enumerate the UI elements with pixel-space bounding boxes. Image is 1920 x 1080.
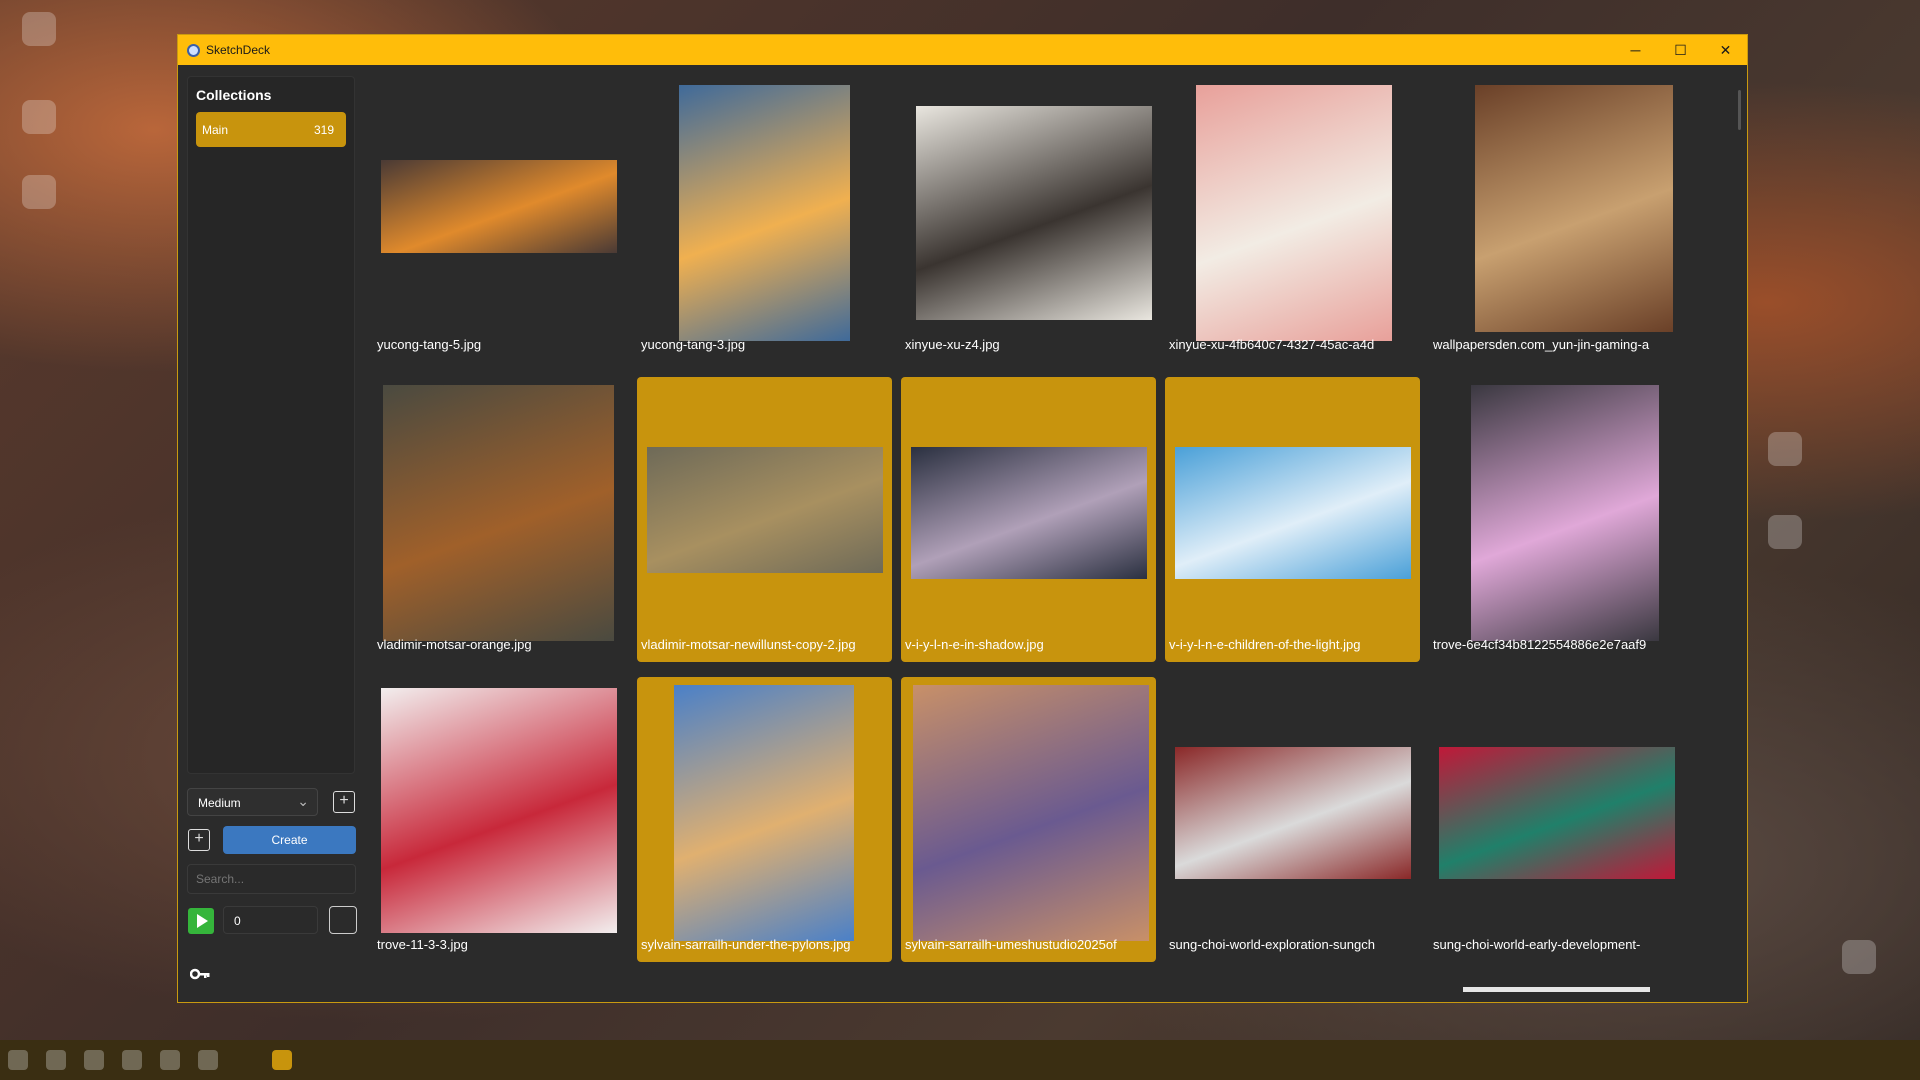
app-title: SketchDeck bbox=[206, 43, 271, 57]
collections-panel: Collections Main 319 bbox=[187, 76, 355, 774]
title-bar[interactable]: SketchDeck ─ ☐ ✕ bbox=[178, 35, 1747, 65]
start-icon[interactable] bbox=[8, 1050, 28, 1070]
image-thumbnail bbox=[1439, 747, 1675, 879]
collection-name: Main bbox=[202, 123, 229, 137]
chevron-down-icon: ⌄ bbox=[297, 793, 309, 809]
taskbar-app-icon[interactable] bbox=[84, 1050, 104, 1070]
taskbar-app-icon[interactable] bbox=[160, 1050, 180, 1070]
vertical-scrollbar[interactable] bbox=[1738, 90, 1741, 130]
image-filename: vladimir-motsar-orange.jpg bbox=[377, 637, 532, 652]
add-collection-icon[interactable]: + bbox=[188, 829, 210, 851]
collection-item-main[interactable]: Main 319 bbox=[196, 112, 346, 147]
image-thumbnail bbox=[913, 685, 1149, 941]
image-thumbnail bbox=[679, 85, 850, 341]
taskbar-app-icon[interactable] bbox=[122, 1050, 142, 1070]
desktop-icon[interactable] bbox=[22, 175, 56, 209]
image-filename: wallpapersden.com_yun-jin-gaming-a bbox=[1433, 337, 1650, 352]
gallery-item[interactable]: trove-6e4cf34b8122554886e2e7aaf9 bbox=[1429, 377, 1684, 662]
image-thumbnail bbox=[381, 688, 617, 933]
desktop-icon[interactable] bbox=[1768, 432, 1802, 466]
image-thumbnail bbox=[647, 447, 883, 573]
timer-value: 0 bbox=[234, 914, 241, 928]
horizontal-scroll-indicator[interactable] bbox=[1463, 987, 1650, 992]
image-thumbnail bbox=[1175, 747, 1411, 879]
image-thumbnail bbox=[1196, 85, 1392, 341]
app-window: SketchDeck ─ ☐ ✕ Collections Main 319 Me… bbox=[177, 34, 1748, 1003]
desktop-icon[interactable] bbox=[22, 100, 56, 134]
app-logo-icon bbox=[187, 43, 200, 57]
image-thumbnail bbox=[1175, 447, 1411, 579]
image-filename: sung-choi-world-early-development- bbox=[1433, 937, 1641, 952]
gallery-item[interactable]: wallpapersden.com_yun-jin-gaming-a bbox=[1429, 77, 1684, 362]
gallery-item[interactable]: sylvain-sarrailh-under-the-pylons.jpg bbox=[637, 677, 892, 962]
gallery-item[interactable]: xinyue-xu-z4.jpg bbox=[901, 77, 1156, 362]
create-button[interactable]: Create bbox=[223, 826, 356, 854]
gallery-item[interactable]: yucong-tang-5.jpg bbox=[373, 77, 628, 362]
color-swatch-button[interactable] bbox=[329, 906, 357, 934]
desktop-icon[interactable] bbox=[1768, 515, 1802, 549]
taskbar-app-icon[interactable] bbox=[46, 1050, 66, 1070]
image-thumbnail bbox=[383, 385, 614, 641]
minimize-button[interactable]: ─ bbox=[1613, 35, 1658, 65]
gallery-item[interactable]: vladimir-motsar-orange.jpg bbox=[373, 377, 628, 662]
image-filename: xinyue-xu-4fb640c7-4327-45ac-a4d bbox=[1169, 337, 1375, 352]
image-filename: xinyue-xu-z4.jpg bbox=[905, 337, 1000, 352]
timer-input[interactable]: 0 bbox=[223, 906, 318, 934]
image-filename: sung-choi-world-exploration-sungch bbox=[1169, 937, 1375, 952]
collection-count: 319 bbox=[313, 123, 334, 137]
gallery-item[interactable]: yucong-tang-3.jpg bbox=[637, 77, 892, 362]
image-thumbnail bbox=[911, 447, 1147, 579]
gallery-item[interactable]: v-i-y-l-n-e-children-of-the-light.jpg bbox=[1165, 377, 1420, 662]
size-select-value: Medium bbox=[198, 796, 241, 810]
taskbar-app-icon[interactable] bbox=[198, 1050, 218, 1070]
gallery-item[interactable]: trove-11-3-3.jpg bbox=[373, 677, 628, 962]
image-filename: vladimir-motsar-newillunst-copy-2.jpg bbox=[641, 637, 856, 652]
gallery-item[interactable]: sung-choi-world-exploration-sungch bbox=[1165, 677, 1420, 962]
image-thumbnail bbox=[674, 685, 854, 941]
gallery-item[interactable]: v-i-y-l-n-e-in-shadow.jpg bbox=[901, 377, 1156, 662]
search-input[interactable] bbox=[187, 864, 356, 894]
recycle-bin-icon[interactable] bbox=[1842, 940, 1876, 974]
image-filename: trove-11-3-3.jpg bbox=[377, 937, 468, 952]
image-filename: v-i-y-l-n-e-in-shadow.jpg bbox=[905, 637, 1044, 652]
image-filename: yucong-tang-5.jpg bbox=[377, 337, 482, 352]
image-thumbnail bbox=[916, 106, 1152, 320]
desktop-icon[interactable] bbox=[22, 12, 56, 46]
image-thumbnail bbox=[381, 160, 617, 253]
image-filename: sylvain-sarrailh-under-the-pylons.jpg bbox=[641, 937, 851, 952]
add-image-icon[interactable]: + bbox=[333, 791, 355, 813]
image-filename: trove-6e4cf34b8122554886e2e7aaf9 bbox=[1433, 637, 1647, 652]
taskbar-sketchdeck-icon[interactable] bbox=[272, 1050, 292, 1070]
maximize-button[interactable]: ☐ bbox=[1658, 35, 1703, 65]
image-filename: yucong-tang-3.jpg bbox=[641, 337, 746, 352]
gallery-item[interactable]: xinyue-xu-4fb640c7-4327-45ac-a4d bbox=[1165, 77, 1420, 362]
thumbnail-size-select[interactable]: Medium ⌄ bbox=[187, 788, 318, 816]
key-icon[interactable] bbox=[189, 965, 210, 986]
close-button[interactable]: ✕ bbox=[1703, 35, 1748, 65]
image-thumbnail bbox=[1471, 385, 1659, 641]
gallery-item[interactable]: sung-choi-world-early-development- bbox=[1429, 677, 1684, 962]
image-filename: v-i-y-l-n-e-children-of-the-light.jpg bbox=[1169, 637, 1361, 652]
gallery-item[interactable]: vladimir-motsar-newillunst-copy-2.jpg bbox=[637, 377, 892, 662]
image-thumbnail bbox=[1475, 85, 1673, 332]
play-icon[interactable] bbox=[188, 908, 214, 934]
image-filename: sylvain-sarrailh-umeshustudio2025of bbox=[905, 937, 1117, 952]
collections-heading: Collections bbox=[196, 87, 272, 103]
gallery-item[interactable]: sylvain-sarrailh-umeshustudio2025of bbox=[901, 677, 1156, 962]
